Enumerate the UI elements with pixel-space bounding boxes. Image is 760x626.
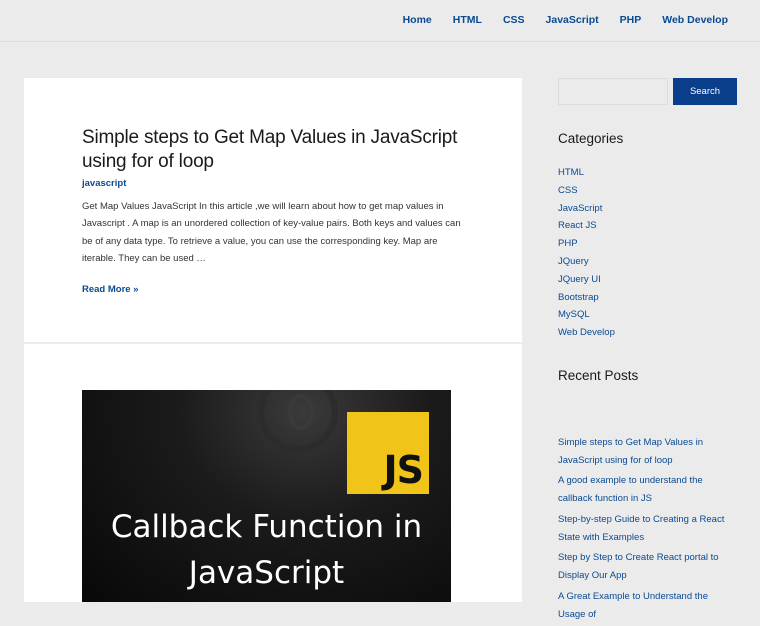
category-link-css[interactable]: CSS (558, 185, 578, 196)
list-item: CSS (558, 180, 738, 198)
search-form: Search (558, 78, 738, 105)
list-item: Simple steps to Get Map Values in JavaSc… (558, 434, 738, 470)
read-more-link[interactable]: Read More » (82, 284, 139, 295)
background-decoration-inner (288, 394, 314, 430)
recent-post-link[interactable]: Simple steps to Get Map Values in JavaSc… (558, 437, 703, 466)
category-link-mysql[interactable]: MySQL (558, 309, 590, 320)
list-item: A good example to understand the callbac… (558, 472, 738, 508)
nav-javascript[interactable]: JavaScript (546, 14, 599, 26)
search-button[interactable]: Search (673, 78, 737, 105)
post-excerpt: Get Map Values JavaScript In this articl… (82, 201, 461, 264)
list-item: MySQL (558, 304, 738, 322)
recent-posts-title: Recent Posts (558, 367, 639, 383)
list-item: JQuery (558, 251, 738, 269)
category-link-javascript[interactable]: JavaScript (558, 203, 602, 214)
list-item: JQuery UI (558, 269, 738, 287)
list-item: Bootstrap (558, 287, 738, 305)
nav-web-develop[interactable]: Web Develop (662, 14, 728, 26)
nav-php[interactable]: PHP (620, 14, 642, 26)
recent-post-link[interactable]: A Great Example to Understand the Usage … (558, 591, 708, 620)
js-logo-text: JS (383, 448, 424, 492)
recent-posts-list: Simple steps to Get Map Values in JavaSc… (558, 434, 738, 624)
list-item: Web Develop (558, 322, 738, 340)
nav-css[interactable]: CSS (503, 14, 525, 26)
js-logo-icon: JS (347, 412, 429, 494)
recent-post-link[interactable]: Step by Step to Create React portal to D… (558, 552, 719, 581)
category-link-php[interactable]: PHP (558, 238, 578, 249)
search-input[interactable] (558, 78, 668, 105)
category-link-jquery[interactable]: JQuery (558, 256, 589, 267)
category-link-react-js[interactable]: React JS (558, 220, 597, 231)
category-link-bootstrap[interactable]: Bootstrap (558, 292, 599, 303)
recent-post-link[interactable]: Step-by-step Guide to Creating a React S… (558, 514, 724, 543)
sidebar: Search Categories HTML CSS JavaScript Re… (558, 78, 738, 626)
post-card-2: JS Callback Function in JavaScript (24, 344, 522, 602)
nav-html[interactable]: HTML (453, 14, 482, 26)
featured-image-caption: Callback Function in JavaScript (82, 504, 451, 596)
recent-post-link[interactable]: A good example to understand the callbac… (558, 475, 703, 504)
nav-home[interactable]: Home (403, 14, 432, 26)
site-header: Home HTML CSS JavaScript PHP Web Develop (0, 0, 760, 42)
featured-image[interactable]: JS Callback Function in JavaScript (82, 390, 451, 602)
post-title[interactable]: Simple steps to Get Map Values in JavaSc… (82, 126, 464, 174)
post-card: Simple steps to Get Map Values in JavaSc… (24, 78, 522, 342)
list-item: JavaScript (558, 198, 738, 216)
featured-caption-line-1: Callback Function in (110, 509, 423, 545)
categories-title: Categories (558, 131, 624, 146)
post-category-link[interactable]: javascript (82, 178, 464, 189)
list-item: Step by Step to Create React portal to D… (558, 549, 738, 585)
category-link-html[interactable]: HTML (558, 167, 584, 178)
list-item: Step-by-step Guide to Creating a React S… (558, 511, 738, 547)
list-item: React JS (558, 215, 738, 233)
categories-list: HTML CSS JavaScript React JS PHP JQuery … (558, 162, 738, 340)
category-link-web-develop[interactable]: Web Develop (558, 327, 615, 338)
main-content: Simple steps to Get Map Values in JavaSc… (24, 78, 522, 602)
list-item: A Great Example to Understand the Usage … (558, 588, 738, 624)
list-item: HTML (558, 162, 738, 180)
list-item: PHP (558, 233, 738, 251)
featured-caption-line-2: JavaScript (188, 555, 345, 591)
main-nav: Home HTML CSS JavaScript PHP Web Develop (382, 14, 728, 26)
category-link-jquery-ui[interactable]: JQuery UI (558, 274, 601, 285)
